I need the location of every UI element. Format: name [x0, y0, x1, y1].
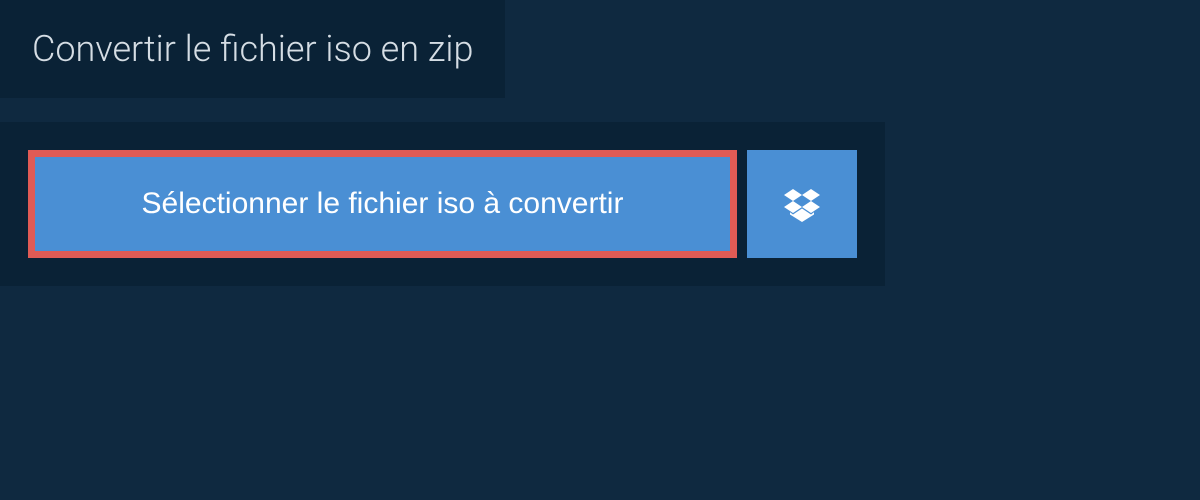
button-container: Sélectionner le fichier iso à convertir: [0, 122, 885, 286]
select-file-label: Sélectionner le fichier iso à convertir: [142, 187, 624, 221]
select-file-button[interactable]: Sélectionner le fichier iso à convertir: [28, 150, 737, 258]
header-tab: Convertir le fichier iso en zip: [0, 0, 505, 98]
dropbox-icon: [784, 186, 820, 222]
dropbox-button[interactable]: [747, 150, 857, 258]
page-title: Convertir le fichier iso en zip: [32, 28, 473, 70]
